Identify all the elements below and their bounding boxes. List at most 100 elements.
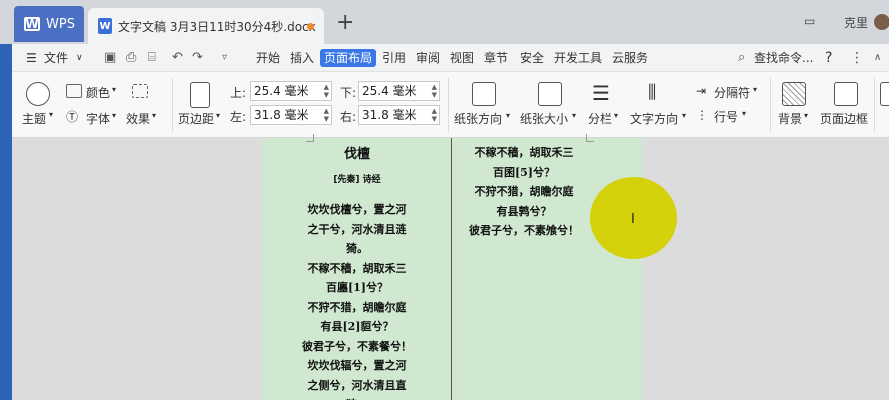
quick-access-dropdown-icon[interactable]: ▿ — [222, 49, 227, 67]
page-border-button[interactable]: 页面边框 — [820, 110, 868, 127]
menu-item-start[interactable]: 开始 — [256, 49, 280, 67]
bottom-margin-input[interactable]: 25.4 毫米 ▲ ▼ — [358, 81, 440, 101]
margins-icon[interactable] — [190, 82, 210, 108]
orientation-icon[interactable] — [472, 82, 496, 106]
columns-dropdown-icon[interactable]: ▾ — [614, 111, 618, 120]
columns-button[interactable]: 分栏 — [588, 110, 612, 127]
effects-icon[interactable] — [132, 84, 148, 98]
text-direction-icon[interactable]: ⫼ — [648, 82, 656, 104]
poem-line: 不稼不穑，胡取禾三 — [307, 261, 407, 275]
colors-icon[interactable] — [66, 84, 82, 98]
orientation-button[interactable]: 纸张方向 — [454, 110, 502, 127]
search-icon[interactable]: ⌕ — [738, 49, 745, 67]
redo-icon[interactable]: ↷ — [192, 49, 203, 67]
margins-button[interactable]: 页边距 — [178, 110, 214, 127]
poem-line: 彼君子兮，不素飧兮！ — [469, 224, 579, 237]
breaks-button[interactable]: 分隔符 — [714, 84, 750, 101]
document-tab-label: 文字文稿 3月3日11时30分4秒.docx — [118, 19, 316, 34]
ribbon-separator — [770, 78, 771, 132]
menu-item-security[interactable]: 安全 — [520, 49, 544, 67]
line-numbers-button[interactable]: 行号 — [714, 108, 738, 125]
paper-size-button[interactable]: 纸张大小 — [520, 110, 568, 127]
left-margin-label: 左: — [230, 110, 247, 124]
user-name[interactable]: 克里 — [844, 14, 868, 31]
spinner-arrows-icon[interactable]: ▲ ▼ — [432, 83, 437, 99]
wps-tab-label: WPS — [46, 16, 75, 32]
text-direction-dropdown-icon[interactable]: ▾ — [682, 111, 686, 120]
breaks-dropdown-icon[interactable]: ▾ — [753, 85, 757, 94]
search-commands[interactable]: 查找命令... — [754, 49, 813, 67]
colors-dropdown-icon[interactable]: ▾ — [112, 85, 116, 94]
fonts-icon[interactable]: Ⓣ — [66, 108, 78, 125]
avatar[interactable] — [874, 14, 889, 30]
left-margin-input[interactable]: 31.8 毫米 ▲ ▼ — [250, 105, 332, 125]
poem-line: 之侧兮，河水清且直 — [307, 378, 407, 392]
file-dropdown-icon[interactable]: ∨ — [76, 49, 83, 67]
theme-dropdown-icon[interactable]: ▾ — [49, 110, 53, 119]
print-icon[interactable]: ⌸ — [148, 49, 156, 67]
new-tab-button[interactable]: + — [336, 12, 354, 34]
effects-dropdown-icon[interactable]: ▾ — [152, 111, 156, 120]
breaks-icon[interactable]: ⇥ — [696, 84, 706, 98]
menu-bar: ☰ 文件 ∨ ▣ ⎙ ⌸ ↶ ↷ ▿ 开始 插入 页面布局 引用 审阅 视图 章… — [12, 44, 889, 72]
columns-icon[interactable]: ☰ — [592, 82, 610, 104]
colors-button[interactable]: 颜色 — [86, 84, 110, 101]
save-icon[interactable]: ▣ — [104, 49, 116, 67]
wps-home-tab[interactable]: W WPS — [14, 6, 84, 42]
menu-item-sections[interactable]: 章节 — [484, 49, 508, 67]
fonts-dropdown-icon[interactable]: ▾ — [112, 111, 116, 120]
page-border-icon[interactable] — [834, 82, 858, 106]
document-tab[interactable]: W 文字文稿 3月3日11时30分4秒.docx — [88, 8, 324, 44]
wps-logo-icon: W — [24, 17, 40, 31]
more-options-icon[interactable]: ⋮ — [850, 49, 864, 67]
menu-item-page-layout[interactable]: 页面布局 — [320, 49, 377, 67]
left-margin-value: 31.8 毫米 — [254, 108, 309, 122]
theme-button[interactable]: 主题 — [22, 110, 46, 127]
line-numbers-dropdown-icon[interactable]: ▾ — [742, 109, 746, 118]
right-text-column[interactable]: 不稼不穑，胡取禾三 百囷[5]兮？ 不狩不猎，胡瞻尔庭 有县鹑兮？ 彼君子兮，不… — [452, 143, 596, 241]
top-margin-input[interactable]: 25.4 毫米 ▲ ▼ — [250, 81, 332, 101]
right-margin-value: 31.8 毫米 — [362, 108, 417, 122]
menu-item-view[interactable]: 视图 — [450, 49, 474, 67]
line-numbers-icon[interactable]: ⋮ — [696, 108, 708, 122]
paper-size-dropdown-icon[interactable]: ▾ — [572, 111, 576, 120]
window-mode-icon[interactable]: ▭ — [804, 14, 815, 28]
more-ribbon-icon[interactable] — [880, 82, 889, 106]
unsaved-dot-icon — [307, 23, 314, 30]
collapse-ribbon-icon[interactable]: ∧ — [874, 49, 881, 67]
hamburger-menu-icon[interactable]: ☰ — [26, 49, 37, 67]
poem-line: 有县鹑兮？ — [496, 204, 552, 218]
menu-item-insert[interactable]: 插入 — [290, 49, 314, 67]
margins-dropdown-icon[interactable]: ▾ — [216, 111, 220, 120]
spinner-arrows-icon[interactable]: ▲ ▼ — [324, 107, 329, 123]
menu-item-developer[interactable]: 开发工具 — [554, 49, 602, 67]
writer-doc-icon: W — [98, 18, 112, 34]
orientation-dropdown-icon[interactable]: ▾ — [506, 111, 510, 120]
menu-item-cloud[interactable]: 云服务 — [612, 49, 648, 67]
menu-item-references[interactable]: 引用 — [382, 49, 406, 67]
file-menu[interactable]: 文件 — [44, 49, 68, 67]
left-text-column[interactable]: 坎坎伐檀兮，置之河 之干兮，河水清且涟 猗。 不稼不穑，胡取禾三 百廛[1]兮？… — [262, 200, 452, 400]
background-dropdown-icon[interactable]: ▾ — [804, 111, 808, 120]
background-icon[interactable] — [782, 82, 806, 106]
paper-size-icon[interactable] — [538, 82, 562, 106]
poem-author[interactable]: [先秦] 诗经 — [262, 172, 452, 185]
effects-button[interactable]: 效果 — [126, 110, 150, 127]
background-button[interactable]: 背景 — [778, 110, 802, 127]
spinner-arrows-icon[interactable]: ▲ ▼ — [432, 107, 437, 123]
help-button[interactable]: ? — [825, 49, 832, 67]
poem-line: 不狩不猎，胡瞻尔庭 — [307, 300, 407, 314]
menu-item-review[interactable]: 审阅 — [416, 49, 440, 67]
poem-line: 猗。 — [346, 242, 368, 255]
right-margin-label: 右: — [340, 110, 357, 124]
poem-line: 有县[2]貆兮？ — [320, 320, 394, 333]
print-preview-icon[interactable]: ⎙ — [126, 49, 136, 67]
poem-title[interactable]: 伐檀 — [262, 143, 452, 162]
right-margin-input[interactable]: 31.8 毫米 ▲ ▼ — [358, 105, 440, 125]
theme-palette-icon[interactable] — [26, 82, 50, 106]
undo-icon[interactable]: ↶ — [172, 49, 183, 67]
text-direction-button[interactable]: 文字方向 — [630, 110, 678, 127]
fonts-button[interactable]: 字体 — [86, 110, 110, 127]
poem-line: 百囷[5]兮？ — [492, 165, 556, 179]
spinner-arrows-icon[interactable]: ▲ ▼ — [324, 83, 329, 99]
